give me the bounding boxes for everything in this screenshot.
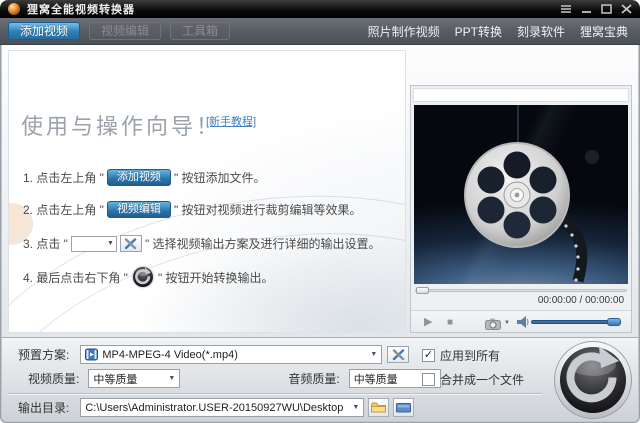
profile-mini-dropdown[interactable]: ▼ xyxy=(70,235,117,252)
video-quality-select[interactable]: 中等质量 ▼ xyxy=(88,369,181,388)
browse-folder-button[interactable] xyxy=(368,398,390,417)
player-controls: ▶ ■ ▼ xyxy=(411,310,631,332)
play-icon: ▶ xyxy=(424,316,433,328)
wizard-step-3: 3. 点击 " ▼ " 选择视频输出方案及进行详细的输出设置。 xyxy=(23,235,381,252)
stop-button[interactable]: ■ xyxy=(447,317,453,328)
preset-label: 预置方案: xyxy=(18,348,70,362)
apply-all-option: ✓ 应用到所有 xyxy=(422,347,500,364)
open-output-folder-button[interactable] xyxy=(393,398,415,417)
top-menu: 照片制作视频 PPT转换 刻录软件 狸窝宝典 xyxy=(368,23,632,40)
video-edit-inline-button[interactable]: 视频编辑 xyxy=(106,201,171,218)
merge-checkbox[interactable]: ✓ xyxy=(422,373,435,386)
seek-handle[interactable] xyxy=(416,287,429,294)
chevron-down-icon: ▼ xyxy=(168,375,176,382)
merge-option: ✓ 合并成一个文件 xyxy=(422,371,524,388)
menu-photo-to-video[interactable]: 照片制作视频 xyxy=(368,23,440,40)
play-button[interactable]: ▶ xyxy=(424,317,432,328)
menu-burn-software[interactable]: 刻录软件 xyxy=(517,23,565,40)
seek-slider[interactable] xyxy=(415,287,627,294)
video-display xyxy=(414,105,628,284)
chevron-down-icon: ▼ xyxy=(352,404,360,411)
audio-quality-value: 中等质量 xyxy=(353,373,398,386)
tab-video-edit[interactable]: 视频编辑 xyxy=(89,22,162,40)
divider xyxy=(8,393,542,395)
video-quality-label: 视频质量: xyxy=(28,372,80,386)
folder-icon xyxy=(371,402,387,413)
film-reel-icon xyxy=(464,105,599,283)
speaker-icon xyxy=(517,316,529,328)
window-menu-icon[interactable] xyxy=(560,4,572,14)
output-dir-select[interactable]: C:\Users\Administrator.USER-20150927WU\D… xyxy=(80,398,365,417)
seek-track xyxy=(415,289,627,292)
tab-bar: 添加视频 视频编辑 工具箱 照片制作视频 PPT转换 刻录软件 狸窝宝典 xyxy=(0,18,640,45)
volume-handle[interactable] xyxy=(607,318,621,326)
tutorial-link[interactable]: [新手教程] xyxy=(206,113,256,129)
output-settings-panel: 预置方案: MP4-MPEG-4 Video(*.mp4) ▼ ✓ 应用到所有 … xyxy=(2,337,638,421)
output-dir-label: 输出目录: xyxy=(18,401,70,415)
settings-wrench-button[interactable] xyxy=(119,235,142,252)
apply-all-checkbox[interactable]: ✓ xyxy=(422,349,435,362)
chevron-down-icon: ▼ xyxy=(107,240,114,247)
preset-select[interactable]: MP4-MPEG-4 Video(*.mp4) ▼ xyxy=(80,345,383,364)
wizard-step-1: 1. 点击左上角 " 添加视频 " 按钮添加文件。 xyxy=(23,169,266,186)
close-button[interactable] xyxy=(621,4,632,14)
menu-ppt-convert[interactable]: PPT转换 xyxy=(455,23,502,40)
maximize-button[interactable] xyxy=(601,4,612,14)
output-dir-value: C:\Users\Administrator.USER-20150927WU\D… xyxy=(85,401,344,414)
tab-add-video[interactable]: 添加视频 xyxy=(8,22,81,40)
chevron-down-icon: ▼ xyxy=(370,351,378,358)
camera-icon xyxy=(485,318,501,330)
preset-wrench-button[interactable] xyxy=(387,346,410,363)
main-area: 使用与操作向导！ [新手教程] 1. 点击左上角 " 添加视频 " 按钮添加文件… xyxy=(2,45,638,337)
wizard-step-2: 2. 点击左上角 " 视频编辑 " 按钮对视频进行裁剪编辑等效果。 xyxy=(23,201,362,218)
video-quality-value: 中等质量 xyxy=(93,373,138,386)
apply-all-label: 应用到所有 xyxy=(440,349,501,363)
window-title: 狸窝全能视频转换器 xyxy=(27,4,135,16)
player-panel: 00:00:00 / 00:00:00 ▶ ■ ▼ xyxy=(410,85,632,333)
audio-quality-label: 音频质量: xyxy=(288,372,340,386)
wizard-step-4: 4. 最后点击右下角 " " 按钮开始转换输出。 xyxy=(23,265,274,289)
wizard-heading: 使用与操作向导！ xyxy=(21,114,222,139)
folder-open-icon xyxy=(396,403,412,413)
convert-mini-icon xyxy=(131,265,155,289)
title-bar: 狸窝全能视频转换器 xyxy=(0,0,640,18)
preset-value: MP4-MPEG-4 Video(*.mp4) xyxy=(102,348,238,361)
time-display: 00:00:00 / 00:00:00 xyxy=(537,295,624,306)
minimize-button[interactable] xyxy=(581,4,592,14)
wrench-icon xyxy=(125,237,137,249)
convert-button[interactable] xyxy=(553,340,633,420)
mp4-format-icon xyxy=(85,348,99,361)
app-window: 狸窝全能视频转换器 添加视频 视频编辑 工具箱 照片制作视频 PPT转换 刻录软… xyxy=(0,0,640,423)
wrench-icon xyxy=(392,348,405,360)
tab-toolbox[interactable]: 工具箱 xyxy=(170,22,231,40)
merge-label: 合并成一个文件 xyxy=(440,373,525,387)
add-video-inline-button[interactable]: 添加视频 xyxy=(106,169,171,186)
player-top-strip xyxy=(413,88,629,102)
snapshot-dropdown-arrow[interactable]: ▼ xyxy=(504,320,510,326)
mute-button[interactable] xyxy=(517,316,529,334)
stop-icon: ■ xyxy=(447,317,454,328)
wizard-panel: 使用与操作向导！ [新手教程] 1. 点击左上角 " 添加视频 " 按钮添加文件… xyxy=(8,50,406,333)
menu-leawo-treasure[interactable]: 狸窝宝典 xyxy=(580,23,628,40)
volume-slider[interactable] xyxy=(531,318,621,326)
app-logo-icon xyxy=(8,3,20,15)
snapshot-button[interactable] xyxy=(485,317,502,335)
check-icon: ✓ xyxy=(423,349,434,361)
